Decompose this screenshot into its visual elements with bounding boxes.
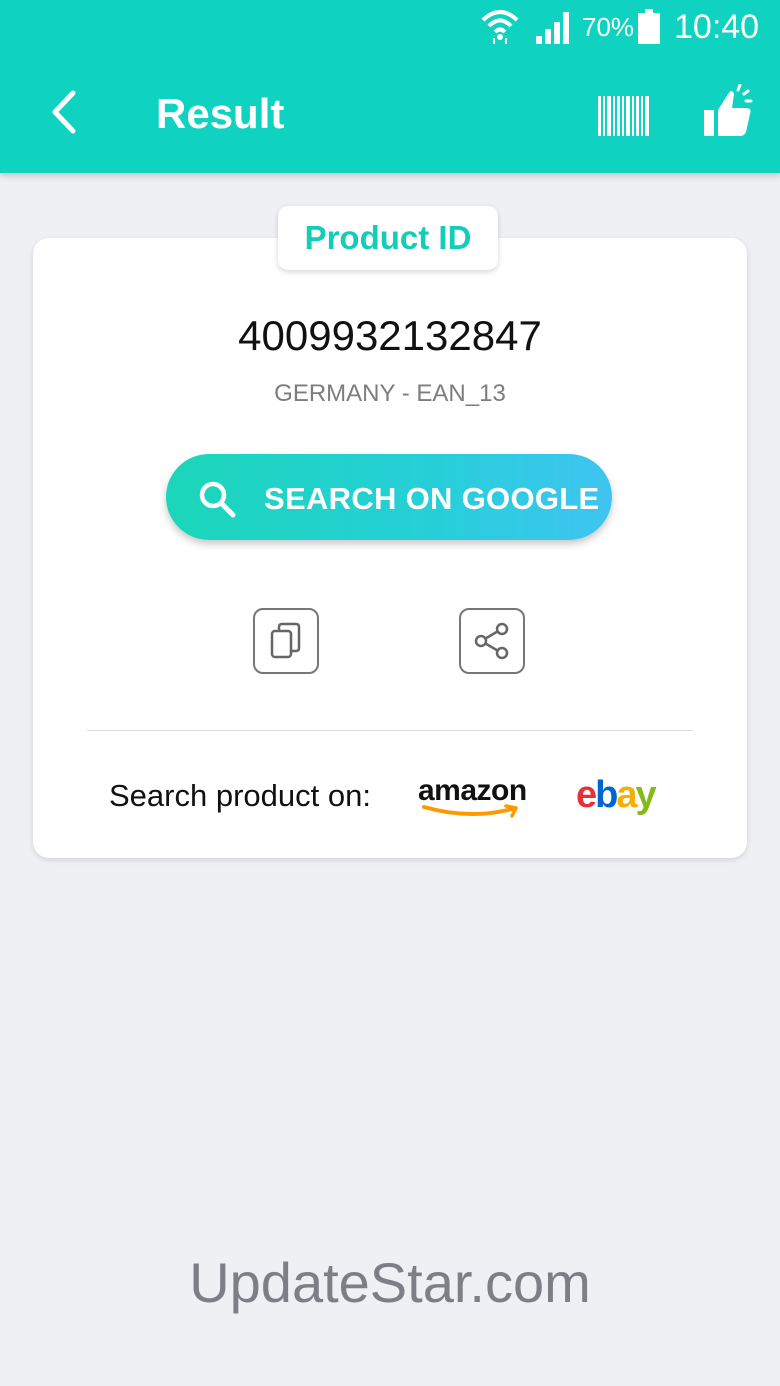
- watermark: UpdateStar.com: [189, 1251, 591, 1314]
- share-icon: [474, 622, 509, 660]
- amazon-logo-text: amazon: [418, 774, 527, 807]
- status-bar: 70% 10:40: [0, 0, 780, 56]
- battery-percent: 70%: [582, 12, 635, 42]
- app-bar: 70% 10:40 Result: [0, 0, 780, 173]
- search-product-on-label: Search product on:: [109, 778, 371, 813]
- clock: 10:40: [674, 8, 760, 46]
- copy-icon: [270, 622, 301, 659]
- share-button[interactable]: [459, 608, 525, 674]
- ebay-letter-e: e: [576, 774, 597, 816]
- signal-icon: [534, 10, 574, 51]
- thumbs-up-icon: [704, 83, 753, 136]
- back-arrow-icon: [52, 90, 76, 134]
- scan-barcode-button[interactable]: [594, 94, 654, 142]
- search-on-google-label: SEARCH ON GOOGLE: [264, 481, 600, 516]
- search-on-google-button[interactable]: SEARCH ON GOOGLE: [166, 454, 612, 540]
- copy-button[interactable]: [253, 608, 319, 674]
- rate-app-button[interactable]: [700, 83, 756, 142]
- wifi-icon: [480, 6, 520, 51]
- ebay-letter-b: b: [595, 774, 618, 816]
- amazon-smile-icon: [422, 804, 518, 818]
- product-id-tab: Product ID: [278, 206, 498, 270]
- divider: [87, 730, 693, 731]
- barcode-value: 4009932132847: [238, 312, 542, 359]
- battery-icon: [637, 9, 661, 50]
- ebay-letter-a: a: [616, 774, 637, 816]
- ebay-letter-y: y: [635, 774, 657, 816]
- page-title: Result: [156, 90, 285, 137]
- ebay-link[interactable]: ebay: [576, 774, 657, 817]
- back-button[interactable]: [36, 84, 92, 140]
- barcode-type: GERMANY - EAN_13: [274, 380, 506, 407]
- search-icon: [196, 478, 238, 525]
- amazon-link[interactable]: amazon: [418, 774, 534, 820]
- barcode-icon: [598, 96, 649, 136]
